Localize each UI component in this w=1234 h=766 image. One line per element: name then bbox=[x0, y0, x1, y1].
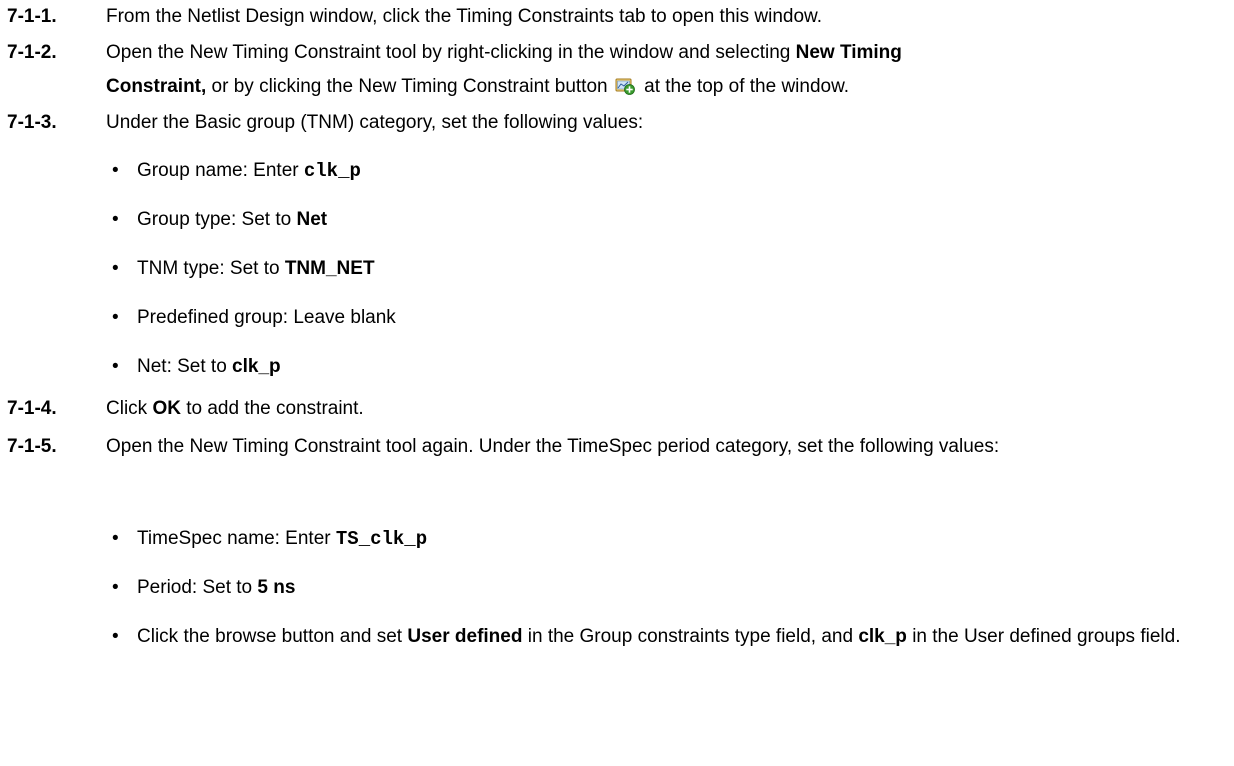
step-text: Click OK to add the constraint. bbox=[106, 398, 364, 419]
step-text-line-1: Open the New Timing Constraint tool by r… bbox=[106, 42, 902, 63]
bullet-icon: • bbox=[112, 209, 119, 230]
button-reference: OK bbox=[152, 398, 181, 419]
value: 5 ns bbox=[257, 577, 296, 598]
bullet-icon: • bbox=[112, 160, 119, 181]
value: clk_p bbox=[858, 626, 907, 647]
bullet-icon: • bbox=[112, 626, 119, 647]
value: clk_p bbox=[232, 356, 281, 377]
step-number: 7-1-2. bbox=[7, 42, 57, 63]
bullet-icon: • bbox=[112, 258, 119, 279]
menu-item-reference: Constraint, bbox=[106, 76, 207, 97]
bullet-icon: • bbox=[112, 577, 119, 598]
value: User defined bbox=[407, 626, 523, 647]
new-timing-constraint-icon bbox=[615, 78, 635, 95]
step-text: Under the Basic group (TNM) category, se… bbox=[106, 112, 644, 133]
value: clk_p bbox=[303, 160, 361, 182]
bullet-icon: • bbox=[112, 356, 119, 377]
value: TS_clk_p bbox=[335, 528, 428, 550]
bullet-icon: • bbox=[112, 307, 119, 328]
bullet-icon: • bbox=[112, 528, 119, 549]
step-number: 7-1-1. bbox=[7, 6, 57, 27]
step-number: 7-1-4. bbox=[7, 398, 57, 419]
step-text: From the Netlist Design window, click th… bbox=[106, 6, 822, 27]
value: Net bbox=[296, 209, 328, 230]
menu-item-reference: New Timing bbox=[795, 42, 902, 63]
step-number: 7-1-5. bbox=[7, 436, 57, 457]
value: TNM_NET bbox=[284, 258, 375, 279]
instruction-document: 7-1-1. From the Netlist Design window, c… bbox=[0, 0, 1234, 766]
step-text-line-2: Constraint, or by clicking the New Timin… bbox=[106, 76, 850, 97]
step-text: Open the New Timing Constraint tool agai… bbox=[106, 436, 1000, 457]
step-number: 7-1-3. bbox=[7, 112, 57, 133]
